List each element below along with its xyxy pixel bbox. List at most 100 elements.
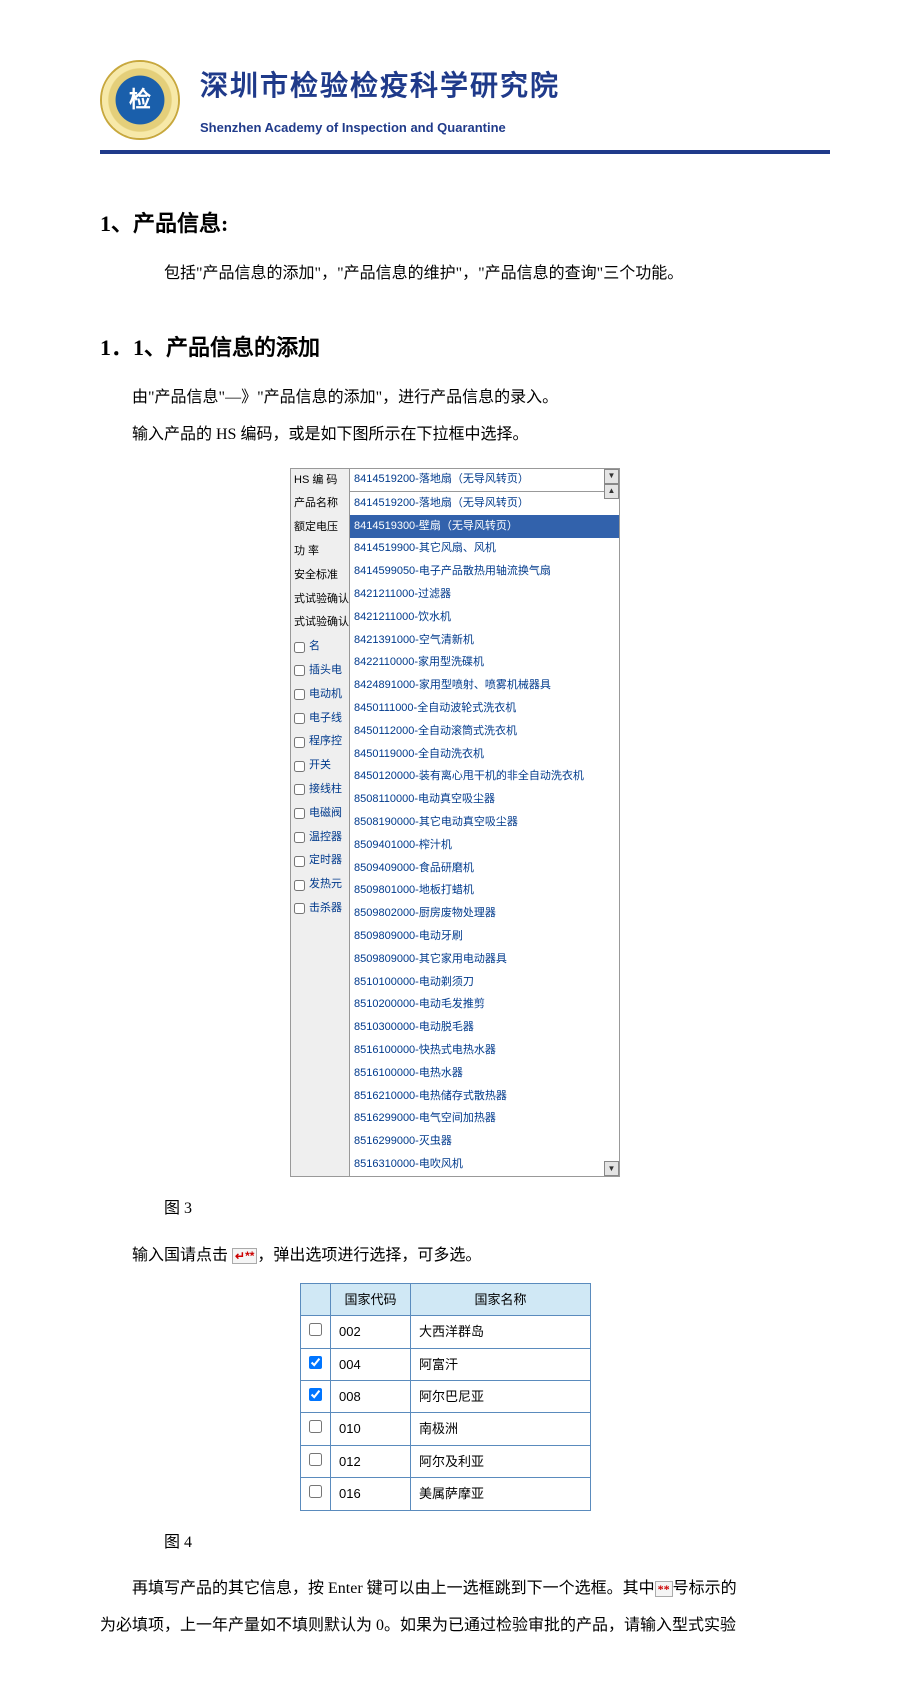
hs-code-option[interactable]: 8421211000-饮水机 (350, 606, 619, 629)
chevron-down-icon[interactable]: ▼ (604, 469, 619, 484)
hs-code-option[interactable]: 8516299000-电气空间加热器 (350, 1108, 619, 1131)
hs-code-option[interactable]: 8516100000-快热式电热水器 (350, 1040, 619, 1063)
country-checkbox[interactable] (309, 1388, 322, 1401)
country-checkbox-cell[interactable] (301, 1478, 331, 1510)
component-checkbox[interactable] (294, 880, 305, 891)
hs-code-option[interactable]: 8450111000-全自动波轮式洗衣机 (350, 698, 619, 721)
hs-code-option[interactable]: 8509809000-其它家用电动器具 (350, 948, 619, 971)
component-checkbox-row[interactable]: 插头电 (291, 659, 349, 683)
country-checkbox[interactable] (309, 1356, 322, 1369)
hs-code-option[interactable]: 8414519200-落地扇（无导风转页） (350, 492, 619, 515)
hs-code-option[interactable]: 8509801000-地板打蜡机 (350, 880, 619, 903)
hs-code-option[interactable]: 8516100000-电热水器 (350, 1062, 619, 1085)
hs-code-option[interactable]: 8421211000-过滤器 (350, 584, 619, 607)
component-label: 温控器 (309, 828, 342, 848)
component-checkbox-row[interactable]: 接线柱 (291, 778, 349, 802)
hs-code-option[interactable]: 8509802000-厨房废物处理器 (350, 903, 619, 926)
chevron-down-icon[interactable]: ▼ (604, 1161, 619, 1176)
table-row: 002大西洋群岛 (301, 1316, 591, 1348)
component-checkbox[interactable] (294, 903, 305, 914)
hs-code-option[interactable]: 8424891000-家用型喷射、喷雾机械器具 (350, 675, 619, 698)
component-label: 接线柱 (309, 780, 342, 800)
required-star-icon: ** (655, 1581, 673, 1597)
hs-code-option[interactable]: 8510200000-电动毛发推剪 (350, 994, 619, 1017)
hs-code-option[interactable]: 8508190000-其它电动真空吸尘器 (350, 812, 619, 835)
hs-code-option[interactable]: 8414519300-壁扇（无导风转页） (350, 515, 619, 538)
country-checkbox-cell[interactable] (301, 1413, 331, 1445)
hs-code-option[interactable]: 8509409000-食品研磨机 (350, 857, 619, 880)
country-checkbox[interactable] (309, 1420, 322, 1433)
component-checkbox-row[interactable]: 电磁阀 (291, 802, 349, 826)
component-checkbox[interactable] (294, 737, 305, 748)
country-name: 阿尔巴尼亚 (411, 1381, 591, 1413)
country-name: 美属萨摩亚 (411, 1478, 591, 1510)
component-checkbox-row[interactable]: 开关 (291, 754, 349, 778)
hs-code-dropdown[interactable]: ▼ ▲ ▼ 8414519200-落地扇（无导风转页）8414519200-落地… (349, 469, 619, 1177)
country-checkbox[interactable] (309, 1485, 322, 1498)
component-checkbox[interactable] (294, 713, 305, 724)
org-title-block: 深圳市检验检疫科学研究院 Shenzhen Academy of Inspect… (200, 61, 560, 139)
org-logo-icon (100, 60, 180, 140)
hs-code-option[interactable]: 8450120000-装有离心甩干机的非全自动洗衣机 (350, 766, 619, 789)
hs-code-option[interactable]: 8450119000-全自动洗衣机 (350, 743, 619, 766)
hs-code-option[interactable]: 8414599050-电子产品散热用轴流换气扇 (350, 561, 619, 584)
component-checkbox-row[interactable]: 电子线 (291, 707, 349, 731)
mid-text-2: ，弹出选项进行选择，可多选。 (257, 1247, 481, 1264)
hs-code-option[interactable]: 8509809000-电动牙刷 (350, 926, 619, 949)
country-code: 004 (331, 1348, 411, 1380)
component-checkbox-row[interactable]: 电动机 (291, 683, 349, 707)
hs-code-option[interactable]: 8421391000-空气清新机 (350, 629, 619, 652)
component-checkbox-row[interactable]: 发热元 (291, 873, 349, 897)
hs-code-option[interactable]: 8516310000-电吹风机 (350, 1153, 619, 1176)
form-label: 安全标准 (291, 564, 349, 588)
section-1-1-heading: 1．1、产品信息的添加 (100, 328, 830, 368)
tail-p1b: 号标示的 (673, 1580, 737, 1597)
component-checkbox-row[interactable]: 击杀器 (291, 897, 349, 921)
hs-code-option[interactable]: 8510300000-电动脱毛器 (350, 1017, 619, 1040)
form-label: 功 率 (291, 540, 349, 564)
form-label: 式试验确认发证日期 (291, 611, 349, 635)
component-label: 电动机 (309, 685, 342, 705)
component-checkbox[interactable] (294, 689, 305, 700)
form-label: 额定电压 (291, 516, 349, 540)
country-checkbox-cell[interactable] (301, 1348, 331, 1380)
country-code: 016 (331, 1478, 411, 1510)
hs-code-option[interactable]: 8450112000-全自动滚筒式洗衣机 (350, 720, 619, 743)
enter-star-icon[interactable]: ↵** (232, 1248, 257, 1264)
hs-code-option[interactable]: 8510100000-电动剃须刀 (350, 971, 619, 994)
country-code: 002 (331, 1316, 411, 1348)
component-checkbox[interactable] (294, 665, 305, 676)
component-checkbox[interactable] (294, 642, 305, 653)
component-checkbox[interactable] (294, 761, 305, 772)
hs-code-option[interactable]: 8422110000-家用型洗碟机 (350, 652, 619, 675)
hs-code-option[interactable]: 8516299000-灭虫器 (350, 1131, 619, 1154)
component-checkbox[interactable] (294, 856, 305, 867)
component-checkbox-row[interactable]: 温控器 (291, 826, 349, 850)
component-label: 开关 (309, 756, 331, 776)
component-label: 名 (309, 637, 320, 657)
component-checkbox-row[interactable]: 定时器 (291, 849, 349, 873)
country-checkbox-cell[interactable] (301, 1316, 331, 1348)
form-label: 式试验确认书编号 (291, 588, 349, 612)
country-checkbox[interactable] (309, 1453, 322, 1466)
component-checkbox[interactable] (294, 784, 305, 795)
chevron-up-icon[interactable]: ▲ (604, 484, 619, 499)
component-checkbox-row[interactable]: 名 (291, 635, 349, 659)
section-1-1-p2: 输入产品的 HS 编码，或是如下图所示在下拉框中选择。 (100, 421, 830, 450)
component-checkbox[interactable] (294, 808, 305, 819)
country-checkbox-cell[interactable] (301, 1381, 331, 1413)
figure-4: 国家代码 国家名称 002大西洋群岛004阿富汗008阿尔巴尼亚010南极洲01… (300, 1283, 830, 1511)
country-checkbox-cell[interactable] (301, 1445, 331, 1477)
country-code: 008 (331, 1381, 411, 1413)
country-name: 南极洲 (411, 1413, 591, 1445)
hs-code-option[interactable]: 8508110000-电动真空吸尘器 (350, 789, 619, 812)
hs-code-option[interactable]: 8414519900-其它风扇、风机 (350, 538, 619, 561)
country-checkbox[interactable] (309, 1323, 322, 1336)
component-checkbox[interactable] (294, 832, 305, 843)
component-checkbox-row[interactable]: 程序控 (291, 730, 349, 754)
tail-p2: 为必填项，上一年产量如不填则默认为 0。如果为已通过检验审批的产品，请输入型式实… (100, 1612, 830, 1641)
hs-code-option[interactable]: 8509401000-榨汁机 (350, 834, 619, 857)
country-code: 012 (331, 1445, 411, 1477)
hs-code-selected-value[interactable]: 8414519200-落地扇（无导风转页） (350, 469, 619, 493)
hs-code-option[interactable]: 8516210000-电热储存式散热器 (350, 1085, 619, 1108)
